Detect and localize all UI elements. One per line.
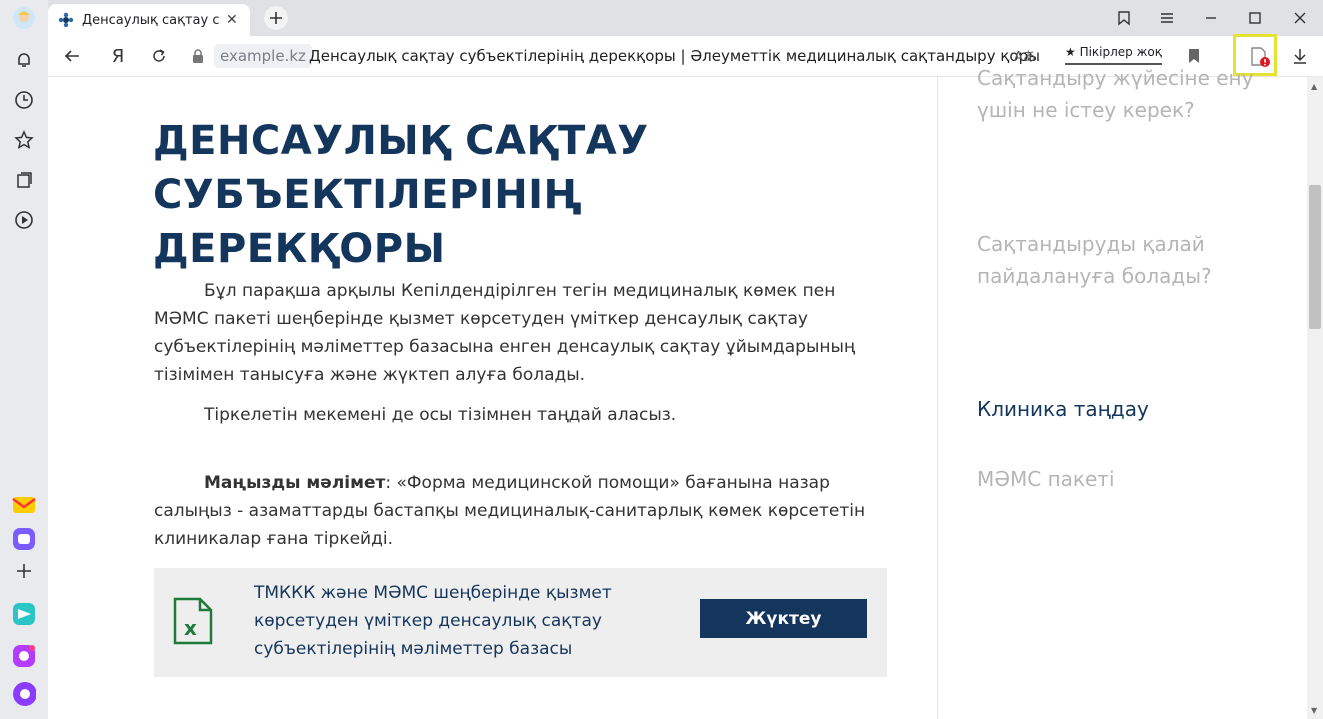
address-page-title[interactable]: Денсаулық сақтау субъектілерінің дерекқо… — [309, 44, 1040, 68]
page-heading: ДЕНСАУЛЫҚ САҚТАУ СУБЪЕКТІЛЕРІНІҢ ДЕРЕКҚО… — [153, 118, 649, 272]
download-description: ТМККК және МӘМС шеңберінде қызмет көрсет… — [254, 583, 612, 659]
nav-link-choose-clinic[interactable]: Клиника таңдау — [977, 393, 1277, 425]
star-icon[interactable] — [12, 128, 36, 152]
profile-avatar-icon[interactable] — [12, 6, 36, 30]
music-icon[interactable] — [12, 644, 36, 668]
clock-icon[interactable] — [12, 88, 36, 112]
maximize-icon[interactable] — [1243, 6, 1267, 30]
active-tab[interactable]: Денсаулық сақтау субъ ✕ — [48, 4, 250, 36]
tab-title: Денсаулық сақтау субъ — [82, 12, 220, 28]
svg-text:x: x — [184, 616, 197, 640]
important-paragraph: Маңызды мәлімет: «Форма медицинской помо… — [154, 469, 884, 553]
lock-icon[interactable] — [190, 48, 206, 64]
menu-icon[interactable] — [1155, 6, 1179, 30]
mail-icon[interactable] — [12, 493, 36, 517]
plus-icon — [270, 12, 282, 24]
intro-paragraph: Бұл парақша арқылы Кепілдендірілген тегі… — [154, 281, 856, 385]
scroll-down-arrow-icon[interactable]: ▼ — [1311, 706, 1317, 715]
plus-icon[interactable] — [12, 559, 36, 583]
bell-icon[interactable] — [12, 48, 36, 72]
send-icon[interactable] — [12, 602, 36, 626]
bookmarks-panel-icon[interactable] — [1112, 6, 1136, 30]
reload-icon[interactable] — [147, 44, 171, 68]
scroll-up-arrow-icon[interactable]: ▲ — [1311, 82, 1317, 91]
back-arrow-icon[interactable] — [60, 44, 84, 68]
alice-icon[interactable] — [12, 682, 36, 706]
download-button[interactable]: Жүктеу — [700, 599, 867, 638]
messenger-icon[interactable] — [12, 527, 36, 551]
scrollbar-thumb[interactable] — [1309, 185, 1321, 329]
nav-link-mams-package[interactable]: МӘМС пакеті — [977, 463, 1277, 495]
scrollbar-track[interactable] — [1307, 77, 1323, 719]
important-label: Маңызды мәлімет — [204, 473, 386, 493]
new-tab-button[interactable] — [264, 6, 288, 30]
register-paragraph: Тіркелетін мекемені де осы тізімнен таңд… — [204, 405, 677, 425]
domain-chip[interactable]: example.kz — [214, 44, 312, 68]
excel-file-icon: x — [172, 597, 214, 649]
yandex-logo-icon[interactable]: Я — [106, 44, 130, 68]
play-icon[interactable] — [12, 208, 36, 232]
nav-link-using-insurance[interactable]: Сақтандыруды қалай пайдалануға болады? — [977, 228, 1277, 292]
site-favicon-icon — [58, 12, 74, 28]
minimize-icon[interactable] — [1199, 6, 1223, 30]
close-tab-icon[interactable]: ✕ — [226, 12, 238, 28]
close-window-icon[interactable] — [1288, 6, 1312, 30]
download-icon[interactable] — [1291, 47, 1309, 69]
browser-sidebar — [0, 0, 48, 719]
collections-icon[interactable] — [12, 168, 36, 192]
nav-link-insurance-entry[interactable]: Сақтандыру жүйесіне ену үшін не істеу ке… — [977, 62, 1277, 126]
